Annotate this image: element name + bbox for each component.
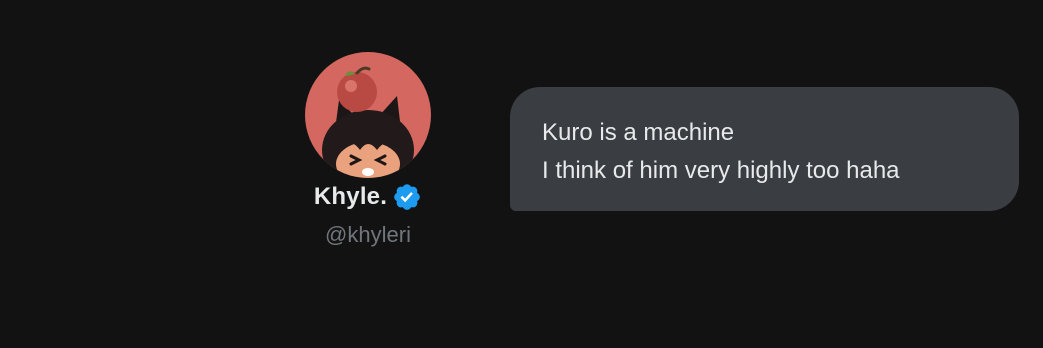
message-bubble[interactable]: Kuro is a machine I think of him very hi…	[510, 87, 1019, 211]
avatar[interactable]	[305, 52, 431, 178]
user-handle[interactable]: @khyleri	[325, 222, 411, 248]
name-row: Khyle.	[314, 181, 422, 213]
message-line: Kuro is a machine	[542, 119, 735, 146]
display-name[interactable]: Khyle.	[314, 183, 387, 211]
verified-badge-icon	[394, 184, 420, 210]
user-profile: Khyle. @khyleri	[296, 52, 440, 248]
message-line: I think of him very highly too haha	[542, 157, 900, 184]
